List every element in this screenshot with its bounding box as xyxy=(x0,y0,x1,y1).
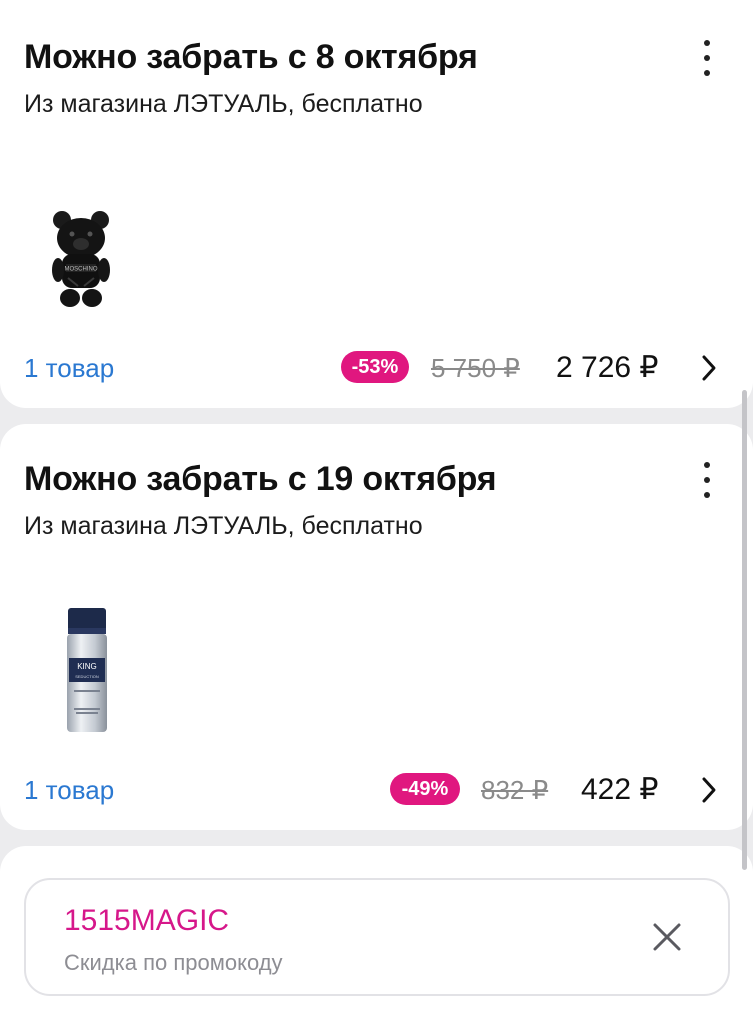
order-subtitle: Из магазина ЛЭТУАЛЬ, бесплатно xyxy=(24,512,423,540)
promo-code-value[interactable]: 1515MAGIC xyxy=(64,904,229,938)
chevron-right-icon[interactable] xyxy=(699,353,719,383)
svg-text:KING: KING xyxy=(77,662,97,671)
promo-code-label: Скидка по промокоду xyxy=(64,950,283,975)
product-image-king-of-seduction[interactable]: KING SEDUCTION xyxy=(64,608,110,734)
more-options-icon[interactable] xyxy=(697,462,717,498)
promo-code-field[interactable]: 1515MAGIC Скидка по промокоду xyxy=(24,878,730,996)
chevron-right-icon[interactable] xyxy=(699,775,719,805)
svg-text:SEDUCTION: SEDUCTION xyxy=(75,674,99,679)
order-title: Можно забрать с 19 октября xyxy=(24,460,497,498)
old-price: 832 ₽ xyxy=(481,775,549,805)
close-icon[interactable] xyxy=(650,920,684,954)
items-count-link[interactable]: 1 товар xyxy=(24,353,114,384)
product-image-moschino[interactable]: MOSCHINO xyxy=(48,208,114,308)
discount-badge: -49% xyxy=(390,773,460,805)
items-count-link[interactable]: 1 товар xyxy=(24,775,114,806)
svg-text:MOSCHINO: MOSCHINO xyxy=(65,267,98,273)
discount-badge: -53% xyxy=(341,351,409,383)
new-price: 422 ₽ xyxy=(581,773,659,806)
order-summary-page: Можно забрать с 8 октября Из магазина ЛЭ… xyxy=(0,0,753,1024)
order-card-1: Можно забрать с 8 октября Из магазина ЛЭ… xyxy=(0,0,753,408)
order-card-2: Можно забрать с 19 октября Из магазина Л… xyxy=(0,424,753,830)
old-price: 5 750 ₽ xyxy=(431,353,520,383)
more-options-icon[interactable] xyxy=(697,40,717,76)
new-price: 2 726 ₽ xyxy=(556,351,659,384)
scrollbar[interactable] xyxy=(742,390,747,870)
order-title: Можно забрать с 8 октября xyxy=(24,38,478,76)
order-subtitle: Из магазина ЛЭТУАЛЬ, бесплатно xyxy=(24,90,423,118)
